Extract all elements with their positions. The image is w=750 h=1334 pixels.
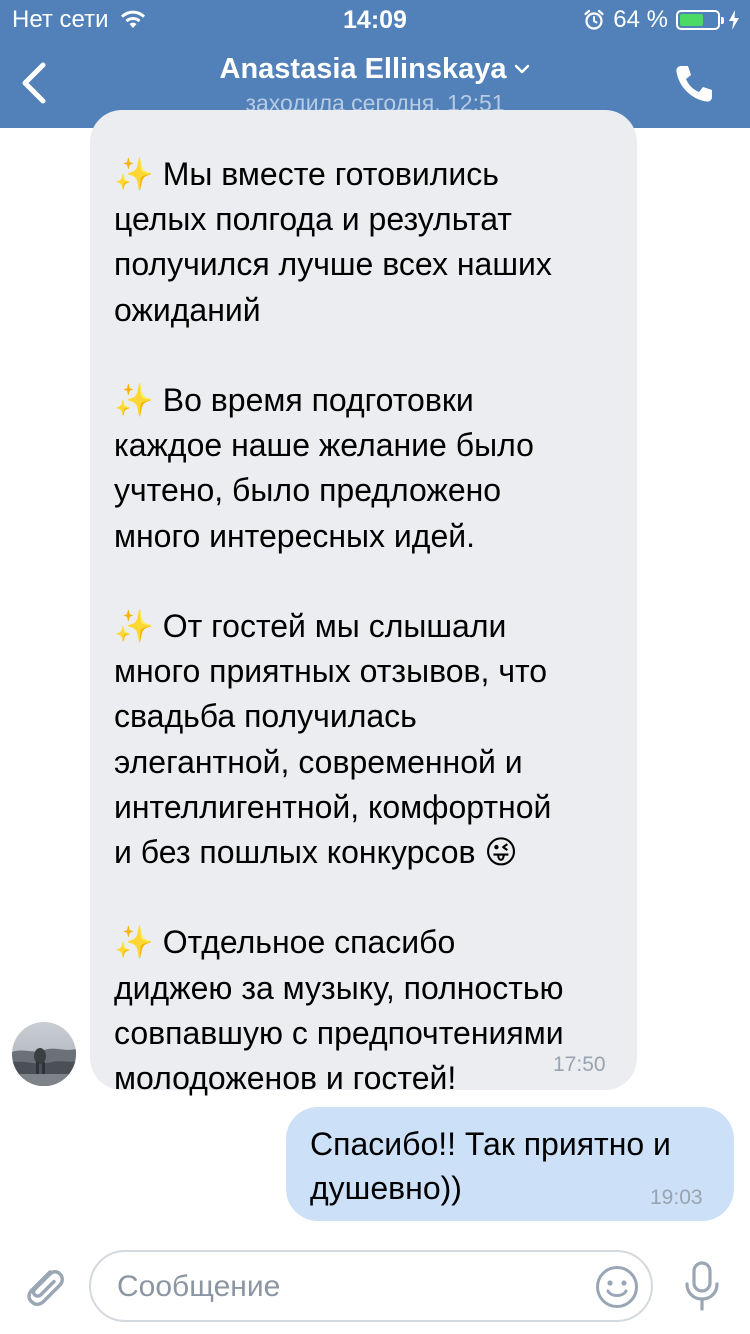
status-right: 64 % <box>583 0 740 40</box>
avatar-photo <box>12 1022 76 1086</box>
chevron-left-icon <box>22 62 46 104</box>
paperclip-icon <box>27 1270 64 1307</box>
avatar[interactable] <box>12 1022 76 1086</box>
outgoing-message-time: 19:03 <box>650 1186 703 1209</box>
incoming-message-text: ✨ Мы вместе готовились целых полгода и р… <box>114 156 564 1097</box>
emoji-button[interactable] <box>594 1264 640 1310</box>
battery-level-fill <box>680 14 704 26</box>
smiley-icon <box>596 1266 638 1308</box>
incoming-message-time: 17:50 <box>553 1053 606 1076</box>
phone-icon <box>676 66 712 102</box>
contact-name-row[interactable]: Anastasia Ellinskaya <box>220 50 531 88</box>
status-bar: Нет сети 14:09 64 % <box>0 0 750 40</box>
charging-bolt-icon <box>729 10 739 30</box>
alarm-icon <box>584 9 604 30</box>
voice-message-button[interactable] <box>682 1260 722 1312</box>
message-field[interactable] <box>89 1250 653 1322</box>
chat-header: Нет сети 14:09 64 % Anastasia Ellinskaya… <box>0 0 750 128</box>
call-button[interactable] <box>672 62 716 106</box>
chevron-down-icon <box>515 64 530 74</box>
microphone-icon <box>685 1261 719 1311</box>
battery-percent: 64 % <box>613 6 668 33</box>
back-button[interactable] <box>14 58 54 108</box>
battery-icon <box>676 10 724 30</box>
message-input[interactable] <box>115 1252 579 1322</box>
attach-button[interactable] <box>20 1262 68 1310</box>
contact-name: Anastasia Ellinskaya <box>219 53 507 85</box>
chat-title[interactable]: Anastasia Ellinskaya заходила сегодня, 1… <box>150 50 600 118</box>
